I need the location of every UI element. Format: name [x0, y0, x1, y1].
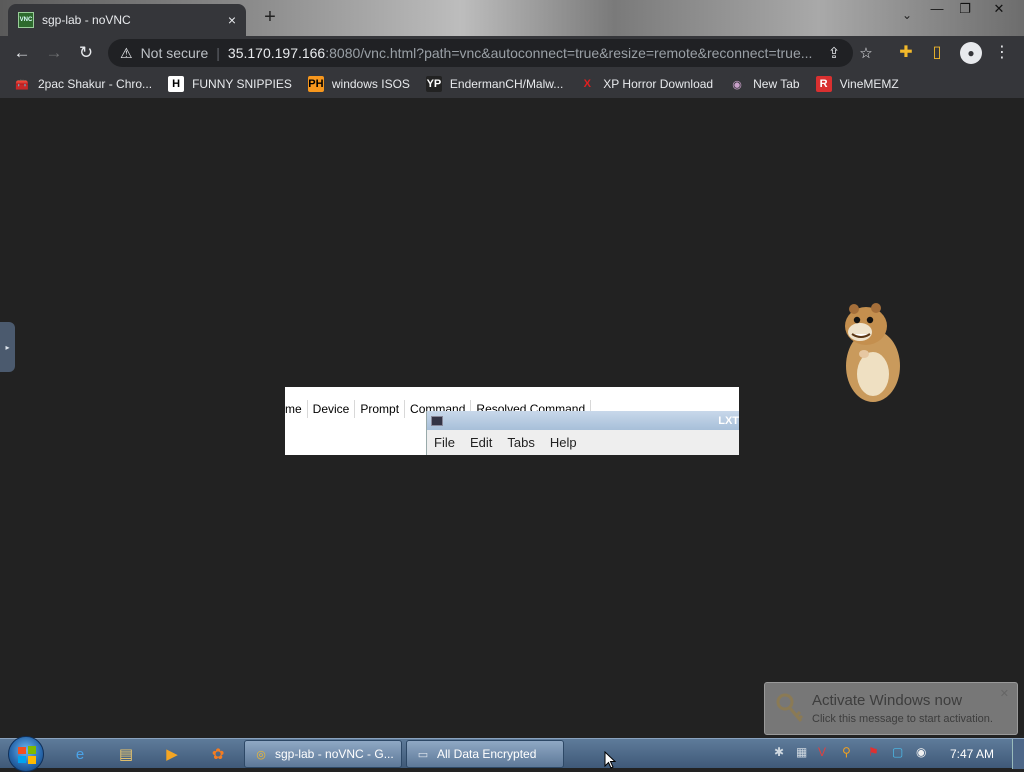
key-icon	[776, 693, 804, 722]
start-button[interactable]	[8, 736, 44, 772]
url-host: 35.170.197.166	[227, 45, 326, 61]
bookmark-favicon-icon: ◉	[729, 76, 746, 92]
menu-help[interactable]: Help	[550, 435, 577, 450]
tray-icon[interactable]: ⚑	[868, 745, 879, 759]
activate-windows-notice[interactable]: Activate Windows now Click this message …	[764, 682, 1018, 735]
task-icon: ◎	[256, 748, 266, 761]
share-icon[interactable]: ⇪	[821, 40, 847, 66]
lxterminal-title: LXT	[718, 414, 739, 427]
close-window-button[interactable]: ✕	[984, 0, 1014, 20]
windows-logo-icon	[18, 746, 36, 764]
column-header[interactable]: Device	[308, 400, 356, 418]
tab-title: sgp-lab - noVNC	[42, 13, 131, 27]
app-icon[interactable]: ✿	[206, 742, 230, 766]
lxterminal-menubar: File Edit Tabs Help	[427, 430, 739, 450]
bookmark-item[interactable]: 🧰 2pac Shakur - Chro...	[14, 76, 152, 92]
bookmark-item[interactable]: YP EndermanCH/Malw...	[425, 76, 564, 92]
bookmark-favicon-icon: X	[579, 76, 596, 92]
bookmark-item[interactable]: PH windows ISOS	[307, 76, 410, 92]
bookmark-item[interactable]: H FUNNY SNIPPIES	[168, 76, 292, 92]
lxterminal-window[interactable]: LXT File Edit Tabs Help	[426, 411, 739, 455]
bookmark-label: FUNNY SNIPPIES	[192, 77, 292, 91]
column-header[interactable]: Prompt	[355, 400, 406, 418]
bookmark-label: windows ISOS	[331, 77, 410, 91]
address-divider: |	[216, 45, 220, 61]
menu-edit[interactable]: Edit	[470, 435, 492, 450]
menu-tabs[interactable]: Tabs	[507, 435, 534, 450]
show-desktop-button[interactable]	[1012, 739, 1024, 769]
bookmark-label: 2pac Shakur - Chro...	[38, 77, 153, 91]
extensions-icon[interactable]: ✚	[892, 38, 920, 66]
bookmark-item[interactable]: X XP Horror Download	[579, 76, 713, 92]
bookmark-item[interactable]: ◉ New Tab	[729, 76, 800, 92]
column-header[interactable]: me	[285, 400, 308, 418]
bookmark-label: VineMEMZ	[839, 77, 899, 91]
side-panel-icon[interactable]: ▯	[923, 38, 951, 66]
tab-sgp-lab[interactable]: VNC sgp-lab - noVNC ×	[8, 4, 246, 36]
activation-close-icon[interactable]: ✕	[1000, 687, 1009, 700]
bookmark-favicon-icon: YP	[425, 76, 442, 92]
warning-icon[interactable]: ⚠	[120, 45, 133, 62]
novnc-control-bar-handle[interactable]: ▸	[0, 322, 15, 372]
tray-icon[interactable]: ▦	[796, 745, 807, 759]
new-tab-button[interactable]: +	[258, 6, 282, 30]
bookmarks-bar: 🧰 2pac Shakur - Chro... H FUNNY SNIPPIES PH w…	[0, 70, 1024, 98]
tray-icon[interactable]: ▢	[892, 745, 903, 759]
task-label: sgp-lab - noVNC - G...	[275, 747, 394, 761]
taskbar-task[interactable]: ◎ sgp-lab - noVNC - G...	[244, 740, 402, 768]
explorer-folder-icon[interactable]: ▤	[114, 742, 138, 766]
mouse-cursor-icon	[604, 751, 616, 769]
vnc-favicon-icon: VNC	[18, 12, 34, 28]
browser-menu-icon[interactable]: ⋮	[988, 38, 1016, 66]
bookmark-label: EndermanCH/Malw...	[449, 77, 564, 91]
security-status[interactable]: Not secure	[141, 45, 209, 61]
hamster-image	[845, 303, 900, 402]
bookmark-favicon-icon: PH	[307, 76, 324, 92]
lxterminal-titlebar[interactable]: LXT	[427, 411, 739, 430]
tray-icon[interactable]: ✱	[774, 745, 784, 759]
bookmark-favicon-icon: R	[815, 76, 832, 92]
tray-icon[interactable]: ⚲	[842, 745, 851, 759]
taskbar-clock[interactable]: 7:47 AM	[950, 747, 994, 761]
activation-title: Activate Windows now	[812, 692, 963, 709]
windows-taskbar: e ▤ ▶ ✿ ◎ sgp-lab - noVNC - G... ▭ All Data En…	[0, 736, 1024, 772]
activation-subtitle: Click this message to start activation.	[812, 713, 993, 725]
minimize-button[interactable]: —	[922, 0, 952, 20]
tab-search-icon[interactable]: ⌄	[902, 8, 912, 22]
bookmark-label: XP Horror Download	[603, 77, 714, 91]
bookmark-favicon-icon: H	[168, 76, 185, 92]
bookmark-star-icon[interactable]: ☆	[853, 40, 879, 66]
internet-explorer-icon[interactable]: e	[68, 742, 92, 766]
tab-close-icon[interactable]: ×	[228, 12, 236, 28]
task-label: All Data Encrypted	[437, 747, 537, 761]
taskbar-task[interactable]: ▭ All Data Encrypted	[406, 740, 564, 768]
task-icon: ▭	[417, 748, 429, 761]
maximize-button[interactable]: ❐	[950, 0, 980, 20]
browser-tab-strip: VNC sgp-lab - noVNC × + ⌄ — ❐ ✕	[0, 0, 1024, 36]
forward-button[interactable]: →	[38, 39, 70, 67]
address-bar[interactable]: ⚠ Not secure | 35.170.197.166 :8080/vnc.…	[108, 39, 853, 67]
bookmark-label: New Tab	[753, 77, 800, 91]
bookmark-item[interactable]: R VineMEMZ	[815, 76, 899, 92]
tray-icon[interactable]: V	[818, 745, 826, 759]
tray-icon[interactable]: ◉	[916, 745, 926, 759]
media-player-icon[interactable]: ▶	[160, 742, 184, 766]
bookmark-favicon-icon: 🧰	[14, 76, 30, 92]
browser-toolbar: ← → ↻ ⚠ Not secure | 35.170.197.166 :808…	[0, 36, 1024, 70]
terminal-icon	[431, 415, 443, 426]
reload-button[interactable]: ↻	[70, 39, 102, 67]
back-button[interactable]: ←	[6, 39, 38, 67]
menu-file[interactable]: File	[434, 435, 455, 450]
url-path: :8080/vnc.html?path=vnc&autoconnect=true…	[325, 45, 813, 61]
profile-avatar[interactable]: ●	[960, 42, 982, 64]
